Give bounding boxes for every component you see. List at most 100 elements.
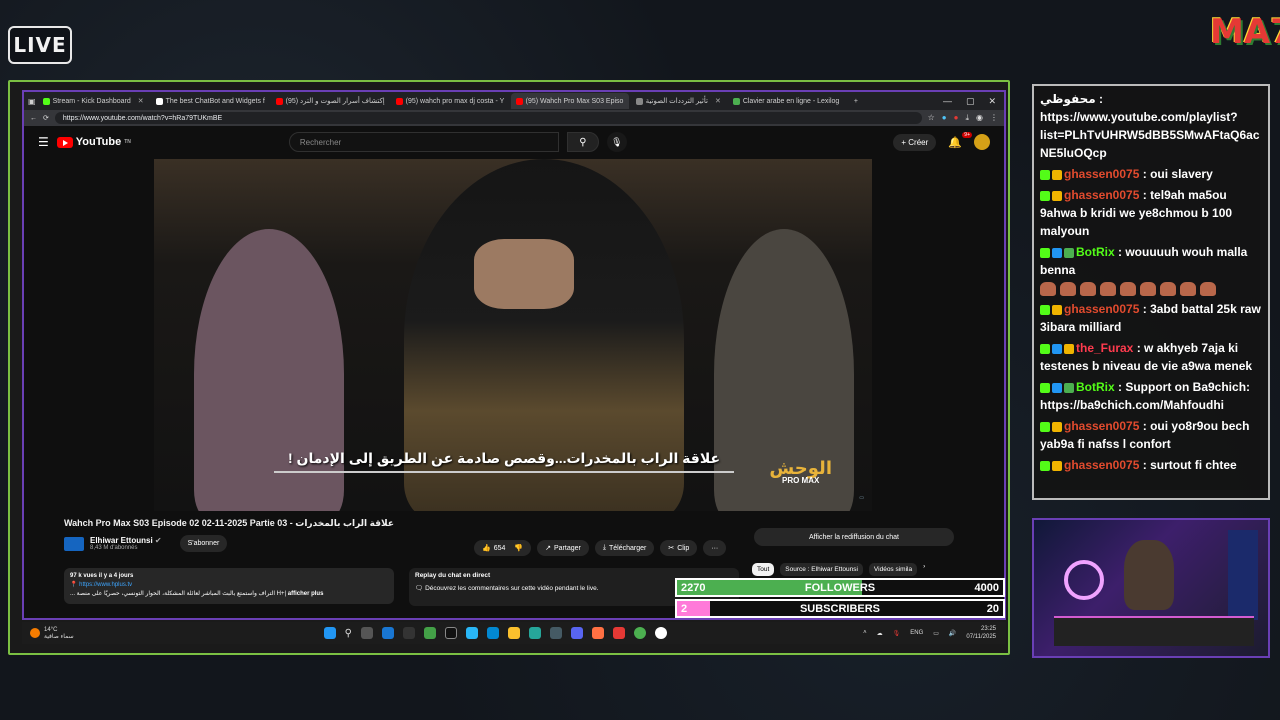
chevron-right-icon[interactable]: › [923, 563, 925, 576]
extension-icon[interactable]: ● [942, 113, 947, 123]
notifications-button[interactable]: 🔔 9+ [948, 131, 972, 149]
chat-username[interactable]: BotRix [1076, 245, 1115, 259]
chevron-up-icon[interactable]: ˄ [863, 630, 867, 636]
profile-icon[interactable]: ◉ [976, 113, 983, 123]
subscribe-button[interactable]: S'abonner [179, 535, 228, 552]
app-icon[interactable] [486, 627, 499, 639]
more-actions-button[interactable]: ··· [703, 540, 727, 556]
goal-target: 4000 [974, 581, 999, 594]
back-icon[interactable]: ← [30, 115, 37, 122]
chip-similar[interactable]: Vidéos simila [868, 563, 918, 576]
app-icon[interactable] [402, 627, 415, 639]
chat-username[interactable]: ghassen0075 [1064, 419, 1139, 433]
task-view-icon[interactable] [360, 627, 373, 639]
menu-icon[interactable]: ⋮ [990, 113, 998, 123]
chat-username[interactable]: ghassen0075 [1064, 188, 1139, 202]
cloud-icon[interactable]: ☁ [877, 630, 883, 637]
brand-logo: MA7 [1210, 12, 1280, 52]
youtube-logo[interactable]: YouTube TN [56, 136, 131, 148]
clip-button[interactable]: ✂ Clip [660, 540, 698, 556]
app-icon[interactable] [528, 627, 541, 639]
chat-username[interactable]: محفوظي [1040, 92, 1096, 106]
address-bar-row: ← ⟳ https://www.youtube.com/watch?v=hRa7… [24, 110, 1004, 126]
browser-tab[interactable]: (95) wahch pro max dj costa - Y✕ [391, 93, 509, 109]
channel-name[interactable]: Elhiwar Ettounsi ✔ [90, 536, 162, 545]
share-button[interactable]: ↗ Partager [537, 540, 589, 556]
chat-username[interactable]: ghassen0075 [1064, 302, 1139, 316]
clock[interactable]: 23:25 07/11/2025 [966, 625, 996, 641]
minimize-icon[interactable]: — [943, 96, 952, 107]
browser-tab[interactable]: The best ChatBot and Widgets f✕ [151, 93, 269, 109]
new-tab-button[interactable]: + [848, 98, 864, 105]
chat-badge-icon [1052, 343, 1062, 354]
app-icon[interactable] [381, 627, 394, 639]
account-avatar[interactable] [974, 134, 990, 150]
download-button[interactable]: ⤓ Télécharger [594, 540, 655, 556]
reload-icon[interactable]: ⟳ [43, 114, 49, 122]
search-button[interactable]: ⚲ [566, 132, 599, 152]
network-icon[interactable]: ▭ [933, 630, 939, 637]
extension-icon[interactable]: ● [954, 113, 959, 123]
browser-tab[interactable]: تأثير الترددات الصوتية ✕ [631, 93, 726, 109]
chat-emote-icon [1160, 281, 1176, 296]
discord-icon[interactable] [570, 627, 583, 639]
channel-avatar[interactable] [64, 536, 84, 551]
chat-badge-icon [1052, 382, 1062, 393]
microphone-icon[interactable]: 🎙 [893, 630, 901, 637]
chip-source[interactable]: Source : Elhiwar Ettounsi [780, 563, 863, 576]
show-more-link[interactable]: afficher plus [288, 591, 324, 597]
video-description[interactable]: 97 k vues il y a 4 jours 📍 https://www.h… [64, 568, 394, 604]
chat-separator: : [1139, 302, 1151, 316]
file-explorer-icon[interactable] [507, 627, 520, 639]
video-player[interactable]: علاقة الراب بالمخدرات...وقصص صادمة عن ال… [154, 159, 872, 511]
start-icon[interactable] [323, 627, 336, 639]
maximize-icon[interactable]: ▢ [966, 96, 975, 107]
tab-favicon-icon [635, 97, 643, 105]
tab-actions-icon[interactable]: ▣ [28, 97, 36, 106]
description-link[interactable]: https://www.hplus.tv [79, 582, 132, 588]
chat-badge-icon [1052, 247, 1062, 258]
app-icon[interactable] [444, 627, 457, 639]
browser-tab[interactable]: Stream - Kick Dashboard ✕ [38, 93, 149, 109]
chat-badge-icon [1040, 421, 1050, 432]
youtube-header: ☰ YouTube TN Rechercher ⚲ 🎙 + Créer 🔔 9+ [24, 126, 1004, 158]
close-window-icon[interactable]: ✕ [988, 96, 996, 107]
close-tab-icon[interactable]: ✕ [138, 97, 144, 105]
like-button[interactable]: 👍 654 👎 [474, 540, 532, 556]
search-input[interactable]: Rechercher [288, 132, 559, 152]
chat-username[interactable]: the_Furax [1076, 341, 1133, 355]
notification-count: 9+ [962, 131, 972, 138]
browser-tab[interactable]: (95) Wahch Pro Max S03 Episo✕ [510, 93, 629, 109]
app-icon[interactable] [549, 627, 562, 639]
chat-username[interactable]: ghassen0075 [1064, 458, 1139, 472]
chat-username[interactable]: ghassen0075 [1064, 167, 1139, 181]
language-indicator[interactable]: ENG [910, 630, 923, 636]
bookmark-star-icon[interactable]: ☆ [928, 113, 935, 123]
search-icon[interactable]: ⚲ [345, 628, 352, 639]
hamburger-menu-icon[interactable]: ☰ [38, 135, 49, 149]
create-button[interactable]: + Créer [893, 133, 937, 151]
chat-emote-icon [1180, 281, 1196, 296]
app-icon[interactable] [423, 627, 436, 639]
browser-tab[interactable]: (95) إكتشاف أسرار الصوت و الترد✕ [271, 93, 389, 109]
show-chat-replay-button[interactable]: Afficher la rediffusion du chat [754, 528, 954, 546]
chat-username[interactable]: BotRix [1076, 380, 1115, 394]
volume-icon[interactable]: 🔊 [949, 630, 956, 637]
chrome-icon[interactable] [633, 627, 646, 639]
close-tab-icon[interactable]: ✕ [715, 97, 721, 105]
app-icon[interactable] [465, 627, 478, 639]
chat-emote-icon [1120, 281, 1136, 296]
chip-all[interactable]: Tout [752, 563, 775, 576]
browser-tab[interactable]: Clavier arabe en ligne - Lexilog✕ [728, 93, 846, 109]
chat-separator: : [1139, 458, 1151, 472]
app-icon[interactable] [591, 627, 604, 639]
thumbs-down-icon[interactable]: 👎 [514, 544, 523, 552]
url-field[interactable]: https://www.youtube.com/watch?v=hRa79TUK… [54, 112, 922, 124]
app-icon[interactable] [654, 627, 667, 639]
download-icon[interactable]: ⤓ [965, 113, 969, 123]
app-icon[interactable] [612, 627, 625, 639]
chat-badge-icon [1052, 460, 1062, 471]
show-logo: الوحش PRO MAX [769, 459, 832, 485]
weather-widget[interactable]: 14°C سماء صافية [22, 627, 74, 640]
voice-search-button[interactable]: 🎙 [606, 132, 627, 152]
